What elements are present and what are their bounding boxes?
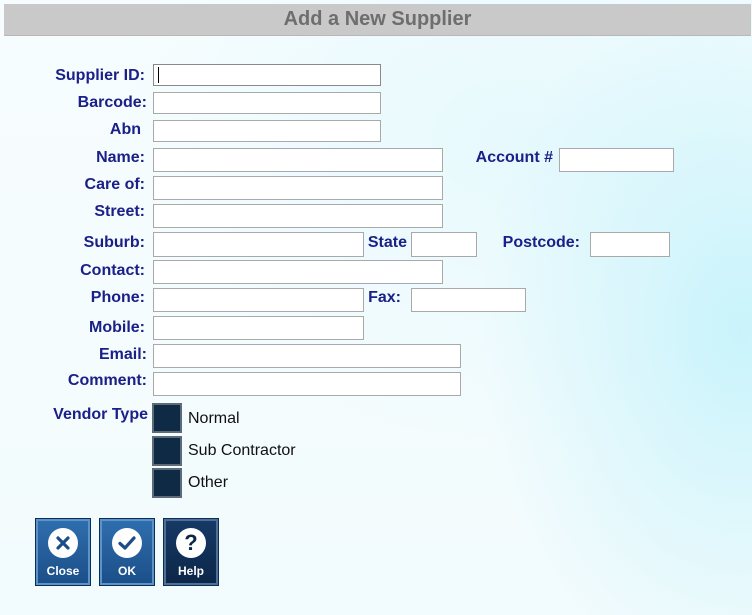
help-icon: ? — [176, 528, 206, 558]
state-label: State — [367, 234, 407, 251]
suburb-label: Suburb: — [83, 234, 145, 251]
close-button-label: Close — [46, 564, 80, 578]
vendor-type-other-label: Other — [188, 474, 229, 491]
contact-input[interactable] — [153, 260, 443, 284]
abn-label: Abn — [109, 121, 141, 138]
close-button[interactable]: Close — [35, 518, 91, 586]
care-of-input[interactable] — [153, 176, 443, 200]
care-of-label: Care of: — [84, 176, 145, 193]
email-label: Email: — [98, 346, 147, 363]
dialog-title: Add a New Supplier — [283, 8, 472, 30]
phone-input[interactable] — [153, 288, 364, 312]
postcode-label: Postcode: — [502, 234, 580, 251]
vendor-type-normal-label: Normal — [188, 410, 240, 427]
vendor-type-sub-contractor-label: Sub Contractor — [188, 442, 296, 459]
supplier-id-label: Supplier ID: — [55, 67, 145, 84]
suburb-input[interactable] — [153, 232, 364, 257]
check-icon — [112, 528, 142, 558]
supplier-id-input[interactable] — [153, 64, 381, 86]
account-input[interactable] — [559, 148, 674, 172]
name-label: Name: — [96, 149, 145, 166]
close-icon — [48, 528, 78, 558]
postcode-input[interactable] — [590, 232, 670, 257]
email-input[interactable] — [153, 344, 461, 368]
account-label: Account # — [475, 149, 553, 166]
mobile-label: Mobile: — [89, 319, 145, 336]
vendor-type-normal-checkbox[interactable] — [152, 403, 182, 433]
ok-button[interactable]: OK — [99, 518, 155, 586]
fax-input[interactable] — [411, 288, 526, 312]
contact-label: Contact: — [80, 262, 145, 279]
ok-button-label: OK — [118, 564, 136, 578]
phone-label: Phone: — [90, 289, 145, 306]
comment-label: Comment: — [67, 372, 147, 389]
state-input[interactable] — [411, 232, 477, 257]
barcode-input[interactable] — [153, 92, 381, 114]
vendor-type-label: Vendor Type — [53, 406, 148, 423]
dialog-title-bar: Add a New Supplier — [4, 4, 751, 36]
barcode-label: Barcode: — [77, 94, 147, 111]
help-button[interactable]: ? Help — [163, 518, 219, 586]
fax-label: Fax: — [368, 289, 401, 306]
mobile-input[interactable] — [153, 316, 364, 340]
street-label: Street: — [94, 203, 145, 220]
vendor-type-sub-contractor-checkbox[interactable] — [152, 436, 182, 466]
comment-input[interactable] — [153, 372, 461, 396]
abn-input[interactable] — [153, 120, 381, 142]
name-input[interactable] — [153, 148, 443, 172]
street-input[interactable] — [153, 204, 443, 228]
text-caret — [158, 67, 159, 83]
help-button-label: Help — [177, 564, 204, 578]
vendor-type-other-checkbox[interactable] — [152, 468, 182, 498]
